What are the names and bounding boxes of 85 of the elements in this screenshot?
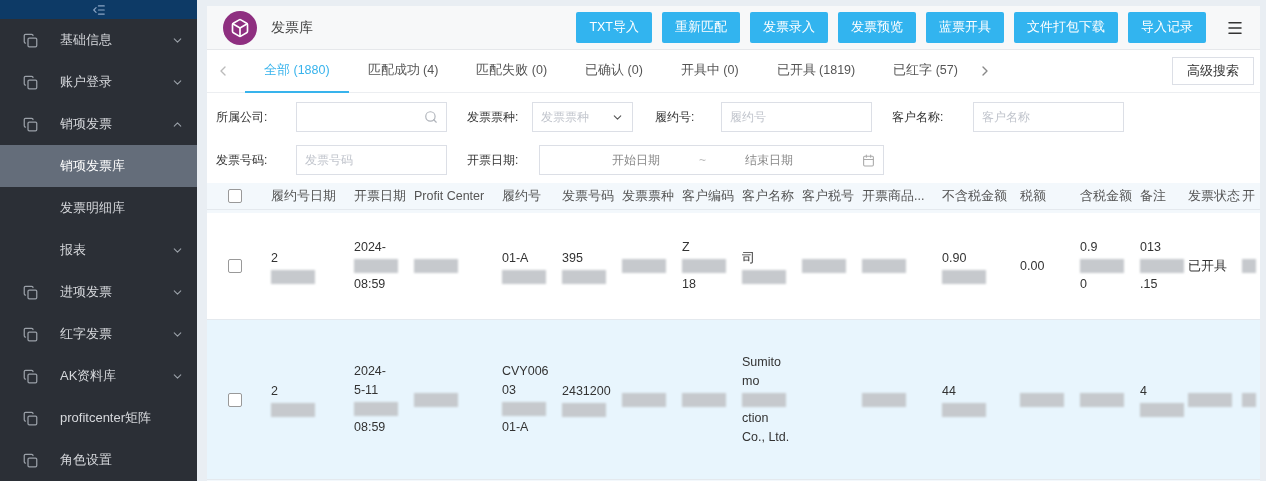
- document-icon: [22, 452, 38, 468]
- document-icon: [22, 116, 38, 132]
- column-header: 发票状态: [1187, 187, 1239, 205]
- sidebar-item[interactable]: 发票明细库: [0, 187, 197, 229]
- table-cell-text: 4: [1140, 383, 1148, 400]
- column-header: 发票票种: [621, 187, 673, 205]
- input-field[interactable]: 客户名称: [973, 102, 1124, 132]
- page-title: 发票库: [271, 18, 313, 37]
- column-header: 税额: [1019, 187, 1047, 205]
- filter-label: 开票日期:: [467, 152, 520, 169]
- column-header: 含税金额: [1079, 187, 1131, 205]
- document-icon: [22, 32, 38, 48]
- column-header: 履约号: [501, 187, 542, 205]
- document-icon: [22, 284, 38, 300]
- input-field[interactable]: 履约号: [721, 102, 872, 132]
- filter-tab[interactable]: 已红字 (57): [874, 49, 977, 93]
- filter-tab[interactable]: 已开具 (1819): [757, 49, 875, 93]
- sidebar-item[interactable]: 账户登录: [0, 61, 197, 103]
- table-cell-text: 01-A: [502, 249, 530, 267]
- table-cell-text: 2: [271, 249, 279, 267]
- table-cell-text: Sumito mo: [742, 353, 782, 390]
- row-checkbox[interactable]: [227, 259, 242, 273]
- table-cell-text: 013: [1140, 239, 1162, 256]
- table-cell-text: 2: [271, 383, 279, 400]
- column-header: Profit Center: [413, 187, 486, 205]
- document-icon: [22, 410, 38, 426]
- column-header: 发票号码: [561, 187, 613, 205]
- table-cell-text: 18: [682, 276, 697, 293]
- table-cell-text: 2431200: [562, 383, 611, 400]
- column-header: 备注: [1139, 187, 1167, 205]
- filter-tab[interactable]: 匹配失败 (0): [457, 49, 567, 93]
- table-cell-text: 08:59: [354, 276, 387, 293]
- table-cell-text: 0.9: [1080, 239, 1099, 256]
- filter-label: 发票票种:: [467, 109, 520, 126]
- document-icon: [22, 74, 38, 90]
- sidebar-item[interactable]: profitcenter矩阵: [0, 397, 197, 439]
- select-all-checkbox[interactable]: [227, 189, 242, 203]
- sidebar-item[interactable]: 基础信息: [0, 19, 197, 61]
- column-header: 履约号日期: [270, 187, 337, 205]
- filter-label: 客户名称:: [892, 109, 945, 126]
- calendar-icon: [861, 153, 875, 167]
- table-cell-text: 0.00: [1020, 257, 1046, 275]
- table-cell-text: CVY006 03: [502, 363, 550, 399]
- table-cell-text: Z: [682, 239, 691, 256]
- document-icon: [22, 326, 38, 342]
- column-header: 开: [1241, 187, 1255, 205]
- collapse-icon[interactable]: [91, 2, 106, 17]
- filter-label: 发票号码:: [216, 152, 269, 169]
- filter-label: 所属公司:: [216, 109, 269, 126]
- company-search-field[interactable]: [296, 102, 447, 132]
- table-cell-text: 已开具: [1188, 257, 1228, 275]
- table-cell-text: 395: [562, 249, 584, 267]
- app-logo-icon: [223, 10, 257, 45]
- table-cell-text: .15: [1140, 276, 1159, 293]
- column-header: 客户编码: [681, 187, 733, 205]
- column-header: 不含税金额: [941, 187, 1008, 205]
- table-cell-text: 司: [742, 249, 756, 267]
- filter-label: 履约号:: [655, 109, 696, 126]
- date-range-field[interactable]: 开始日期 ~ 结束日期: [539, 145, 884, 175]
- table-cell-text: 08:59: [354, 419, 387, 436]
- sidebar-item[interactable]: 销项发票库: [0, 145, 197, 187]
- filter-tab[interactable]: 匹配成功 (4): [348, 49, 458, 93]
- column-header: 客户税号: [801, 187, 853, 205]
- table-cell-text: 2024- 5-11: [354, 363, 387, 399]
- table-cell-text: 2024-: [354, 239, 387, 256]
- document-icon: [22, 368, 38, 384]
- filter-tab[interactable]: 已确认 (0): [566, 49, 662, 93]
- table-cell-text: 0: [1080, 276, 1088, 293]
- sidebar-item[interactable]: 角色设置: [0, 439, 197, 481]
- table-cell-text: 0.90: [942, 249, 968, 267]
- filter-tab[interactable]: 开具中 (0): [661, 49, 758, 93]
- table-cell-text: 01-A: [502, 419, 530, 436]
- sidebar-item[interactable]: 红字发票: [0, 313, 197, 355]
- column-header: 开票日期: [353, 187, 405, 205]
- sidebar-item[interactable]: 进项发票: [0, 271, 197, 313]
- column-header: 客户名称: [741, 187, 793, 205]
- row-checkbox[interactable]: [227, 392, 242, 407]
- sidebar-item[interactable]: AK资料库: [0, 355, 197, 397]
- search-icon: [424, 110, 438, 124]
- table-cell-text: 44: [942, 383, 957, 400]
- sidebar-item[interactable]: 报表: [0, 229, 197, 271]
- sidebar-item[interactable]: 销项发票: [0, 103, 197, 145]
- table-cell-text: ction Co., Ltd.: [742, 409, 791, 446]
- column-header: 开票商品...: [861, 187, 926, 205]
- advanced-search-button[interactable]: 高级搜索: [1172, 57, 1254, 85]
